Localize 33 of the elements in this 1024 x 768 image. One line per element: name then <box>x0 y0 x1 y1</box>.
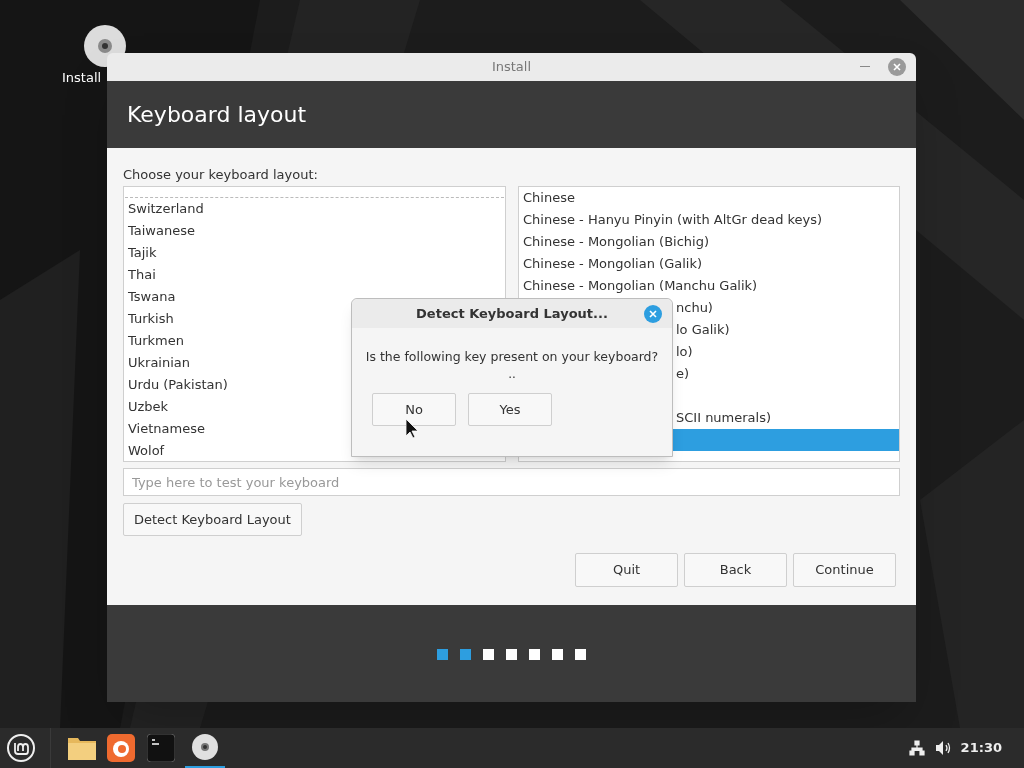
clock[interactable]: 21:30 <box>960 738 1002 758</box>
detect-layout-button[interactable]: Detect Keyboard Layout <box>123 503 302 536</box>
dialog-question: Is the following key present on your keyboard? <box>364 348 660 366</box>
browser-icon[interactable] <box>107 734 135 762</box>
nav-button[interactable]: Quit <box>575 553 678 587</box>
layout-item[interactable]: Thai <box>124 264 505 286</box>
menu-logo-icon[interactable] <box>6 733 36 763</box>
prompt-label: Choose your keyboard layout: <box>123 166 319 184</box>
key-character: .. <box>507 366 517 381</box>
volume-icon[interactable] <box>934 740 953 756</box>
variant-item[interactable]: Chinese - Mongolian (Manchu Galik) <box>519 275 899 297</box>
disc-icon <box>191 733 219 761</box>
variant-item[interactable]: Chinese <box>519 187 899 209</box>
close-icon[interactable] <box>888 58 906 76</box>
desktop-icon-label: Install <box>62 69 102 87</box>
close-icon[interactable] <box>644 305 662 323</box>
test-input-field[interactable]: Type here to test your keyboard <box>123 468 900 496</box>
variant-item[interactable]: Chinese - Mongolian (Galik) <box>519 253 899 275</box>
page-heading: Keyboard layout <box>127 101 307 129</box>
layout-item[interactable]: Tajik <box>124 242 505 264</box>
network-icon[interactable] <box>908 740 925 756</box>
folder-icon[interactable] <box>67 735 97 761</box>
terminal-icon[interactable] <box>147 734 175 762</box>
layout-item[interactable]: Taiwanese <box>124 220 505 242</box>
mouse-pointer-icon <box>406 419 420 439</box>
dialog-button[interactable]: Yes <box>468 392 552 426</box>
window-title: Install <box>491 58 532 77</box>
variant-item[interactable]: Chinese - Mongolian (Bichig) <box>519 231 899 253</box>
variant-item[interactable]: Chinese - Hanyu Pinyin (with AltGr dead keys) <box>519 209 899 231</box>
nav-button[interactable]: Continue <box>793 553 896 587</box>
nav-button[interactable]: Back <box>684 553 787 587</box>
dialog-button[interactable]: No <box>372 392 456 426</box>
layout-item[interactable]: Switzerland <box>124 198 505 220</box>
